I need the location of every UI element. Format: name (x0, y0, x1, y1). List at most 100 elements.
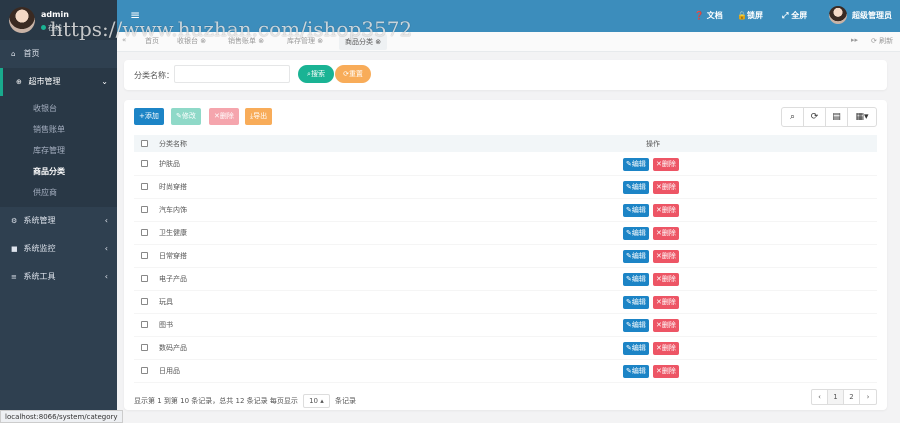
page-2[interactable]: 2 (844, 390, 860, 404)
search-button[interactable]: ⌕搜索 (298, 65, 334, 83)
close-icon[interactable]: ⊗ (375, 38, 381, 46)
row-delete-button[interactable]: ✕删除 (653, 181, 679, 194)
question-icon: ❓ (694, 11, 704, 20)
table-row[interactable]: 图书 ✎编辑 ✕删除 (134, 314, 877, 337)
sidebar-item-category[interactable]: 商品分类 (0, 161, 117, 182)
row-edit-button[interactable]: ✎编辑 (623, 250, 649, 263)
export-button[interactable]: ⤓导出 (245, 108, 273, 125)
sidebar-item-inventory[interactable]: 库存管理 (0, 140, 117, 161)
row-edit-button[interactable]: ✎编辑 (623, 319, 649, 332)
row-checkbox[interactable] (141, 298, 148, 305)
category-name-cell: 护肤品 (159, 160, 180, 168)
user-role-menu[interactable]: 超级管理员 (852, 10, 892, 21)
row-checkbox[interactable] (141, 229, 148, 236)
tab-label: 商品分类 (345, 38, 373, 46)
page-next[interactable]: › (860, 390, 876, 404)
tab-home[interactable]: 首页 (145, 36, 159, 46)
page-size-dropdown[interactable]: 10 ▴ (303, 394, 330, 408)
columns-icon[interactable]: ▤ (826, 108, 848, 126)
table-row[interactable]: 卫生健康 ✎编辑 ✕删除 (134, 222, 877, 245)
row-checkbox[interactable] (141, 275, 148, 282)
row-delete-button[interactable]: ✕删除 (653, 319, 679, 332)
row-delete-button[interactable]: ✕删除 (653, 227, 679, 240)
sidebar-group-supermarket[interactable]: ⊕ 超市管理 ⌄ (0, 68, 117, 96)
tab-category[interactable]: 商品分类 ⊗ (339, 34, 388, 50)
edit-button[interactable]: ✎修改 (171, 108, 201, 125)
table-row[interactable]: 日常穿搭 ✎编辑 ✕删除 (134, 245, 877, 268)
row-delete-button[interactable]: ✕删除 (653, 250, 679, 263)
refresh-icon[interactable]: ⟳ (804, 108, 826, 126)
fullscreen-label: 全屏 (791, 11, 808, 20)
page-1[interactable]: 1 (828, 390, 844, 404)
row-edit-label: 编辑 (631, 252, 646, 260)
row-edit-button[interactable]: ✎编辑 (623, 181, 649, 194)
expand-icon: ⤢ (782, 11, 789, 20)
row-edit-button[interactable]: ✎编辑 (623, 296, 649, 309)
row-delete-button[interactable]: ✕删除 (653, 296, 679, 309)
table-row[interactable]: 电子产品 ✎编辑 ✕删除 (134, 268, 877, 291)
pagination: ‹ 1 2 › (811, 389, 877, 405)
close-icon[interactable]: ⊗ (317, 37, 323, 45)
avatar[interactable] (829, 6, 847, 24)
sidebar-item-supplier[interactable]: 供应商 (0, 182, 117, 203)
lock-screen-link[interactable]: 🔒锁屏 (737, 10, 763, 21)
row-checkbox[interactable] (141, 344, 148, 351)
sidebar-group-system-mgmt[interactable]: ⚙ 系统管理 ‹ (0, 207, 117, 235)
sidebar-item-cashier[interactable]: 收银台 (0, 98, 117, 119)
row-checkbox[interactable] (141, 367, 148, 374)
row-edit-button[interactable]: ✎编辑 (623, 204, 649, 217)
row-edit-button[interactable]: ✎编辑 (623, 227, 649, 240)
tab-sales-bill[interactable]: 销售账单 ⊗ (228, 36, 264, 46)
close-icon[interactable]: ⊗ (200, 37, 206, 45)
row-edit-button[interactable]: ✎编辑 (623, 158, 649, 171)
avatar[interactable] (9, 7, 35, 33)
table-row[interactable]: 汽车内饰 ✎编辑 ✕删除 (134, 199, 877, 222)
table-row[interactable]: 时尚穿搭 ✎编辑 ✕删除 (134, 176, 877, 199)
row-edit-button[interactable]: ✎编辑 (623, 342, 649, 355)
tab-scroll-right-icon[interactable]: ▸▸ (851, 36, 858, 44)
reset-button[interactable]: ⟳重置 (335, 65, 371, 83)
refresh-icon: ⟳ (871, 37, 877, 45)
row-delete-button[interactable]: ✕删除 (653, 365, 679, 378)
sidebar-group-system-monitor[interactable]: ■ 系统监控 ‹ (0, 235, 117, 263)
page-prev[interactable]: ‹ (812, 390, 828, 404)
row-checkbox[interactable] (141, 183, 148, 190)
category-name-input[interactable] (174, 65, 290, 83)
row-delete-button[interactable]: ✕删除 (653, 158, 679, 171)
tab-refresh-button[interactable]: ⟳ 刷新 (871, 36, 893, 46)
row-checkbox[interactable] (141, 252, 148, 259)
select-all-checkbox[interactable] (141, 139, 148, 147)
row-edit-button[interactable]: ✎编辑 (623, 273, 649, 286)
search-icon[interactable]: ⌕ (782, 108, 804, 126)
row-checkbox[interactable] (141, 206, 148, 213)
sidebar-item-home[interactable]: ⌂ 首页 (0, 40, 117, 68)
add-label: 添加 (144, 112, 159, 120)
row-edit-label: 编辑 (631, 160, 646, 168)
tab-scroll-left-icon[interactable]: « (122, 36, 126, 44)
table-row[interactable]: 护肤品 ✎编辑 ✕删除 (134, 153, 877, 176)
sidebar-group-system-tools[interactable]: ≡ 系统工具 ‹ (0, 263, 117, 291)
docs-link[interactable]: ❓ 文档 (694, 10, 723, 21)
delete-button[interactable]: ✕删除 (209, 108, 239, 125)
grid-dropdown-icon[interactable]: ▦▾ (848, 108, 876, 126)
row-checkbox[interactable] (141, 321, 148, 328)
hamburger-menu-icon[interactable]: ≡ (130, 8, 140, 22)
row-delete-button[interactable]: ✕删除 (653, 342, 679, 355)
row-delete-button[interactable]: ✕删除 (653, 204, 679, 217)
table-row[interactable]: 玩具 ✎编辑 ✕删除 (134, 291, 877, 314)
table-row[interactable]: 数码产品 ✎编辑 ✕删除 (134, 337, 877, 360)
edit-label: 修改 (181, 112, 196, 120)
sidebar: admin 在线 ⌂ 首页 ⊕ 超市管理 ⌄ 收银台 销售账单 库存管理 商品分类… (0, 0, 117, 423)
row-checkbox[interactable] (141, 160, 148, 167)
tab-inventory[interactable]: 库存管理 ⊗ (287, 36, 323, 46)
row-edit-button[interactable]: ✎编辑 (623, 365, 649, 378)
add-button[interactable]: +添加 (134, 108, 164, 125)
table-row[interactable]: 日用品 ✎编辑 ✕删除 (134, 360, 877, 383)
row-delete-label: 删除 (661, 275, 676, 283)
sidebar-item-sales-bill[interactable]: 销售账单 (0, 119, 117, 140)
close-icon[interactable]: ⊗ (258, 37, 264, 45)
row-delete-button[interactable]: ✕删除 (653, 273, 679, 286)
tab-cashier[interactable]: 收银台 ⊗ (177, 36, 206, 46)
user-status: 在线 (41, 23, 62, 33)
fullscreen-link[interactable]: ⤢ 全屏 (782, 10, 807, 21)
